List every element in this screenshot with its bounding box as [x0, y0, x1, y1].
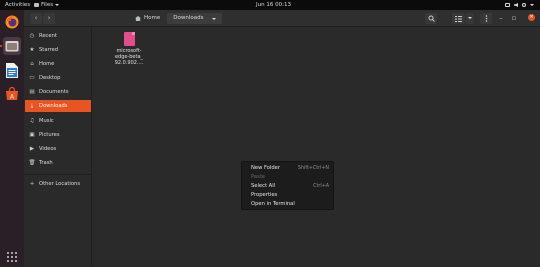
- breadcrumb-home-label: Home: [144, 15, 161, 21]
- menu-item-select-all[interactable]: Select All Ctrl+A: [242, 182, 333, 191]
- firefox-icon[interactable]: [3, 13, 21, 31]
- breadcrumb-home[interactable]: Home: [129, 13, 167, 24]
- chevron-down-icon: [55, 4, 60, 6]
- clock-icon: ◷: [29, 33, 35, 39]
- breadcrumb: Home Downloads: [129, 13, 223, 24]
- menu-button[interactable]: [480, 13, 492, 24]
- documents-icon: ▤: [29, 89, 35, 95]
- plus-icon: +: [29, 181, 35, 187]
- sidebar-item-downloads[interactable]: ⤓ Downloads: [25, 100, 91, 112]
- package-file-icon: [123, 32, 135, 46]
- sidebar-item-label: Starred: [39, 47, 59, 53]
- menu-item-paste[interactable]: Paste: [242, 173, 333, 182]
- search-button[interactable]: [425, 13, 437, 24]
- close-button[interactable]: ✕: [528, 14, 535, 21]
- chevron-down-icon: [468, 17, 472, 19]
- sidebar-item-documents[interactable]: ▤ Documents: [25, 86, 91, 98]
- sidebar: ◷ Recent ★ Starred ⌂ Home ▭ Desktop ▤ Do…: [24, 27, 92, 267]
- files-icon[interactable]: [0, 37, 21, 55]
- chevron-down-icon: [212, 17, 217, 20]
- sidebar-item-home[interactable]: ⌂ Home: [25, 58, 91, 70]
- sidebar-item-starred[interactable]: ★ Starred: [25, 44, 91, 56]
- sidebar-item-pictures[interactable]: ▣ Pictures: [25, 129, 91, 141]
- libreoffice-writer-icon[interactable]: [3, 61, 21, 79]
- file-item[interactable]: microsoft- edge-beta_ 92.0.902....: [109, 32, 149, 66]
- sidebar-item-label: Desktop: [39, 75, 61, 81]
- videos-icon: ▶: [29, 146, 35, 152]
- minimize-button[interactable]: –: [496, 13, 506, 24]
- pictures-icon: ▣: [29, 132, 35, 138]
- sidebar-item-label: Music: [39, 118, 54, 124]
- clock[interactable]: Jun 16 00:13: [256, 0, 291, 10]
- home-icon: ⌂: [30, 61, 34, 67]
- sidebar-item-label: Downloads: [39, 103, 68, 109]
- home-icon: [135, 16, 141, 21]
- files-window: ‹ › Home Downloads – ▫ ✕ ◷ Recent ★ Star…: [24, 10, 540, 267]
- sidebar-item-other-locations[interactable]: + Other Locations: [25, 178, 91, 190]
- forward-button[interactable]: ›: [43, 13, 55, 24]
- menu-item-label: Properties: [251, 192, 278, 198]
- menu-item-accelerator: Ctrl+A: [313, 184, 329, 189]
- breadcrumb-downloads-label: Downloads: [173, 15, 204, 21]
- header-bar: ‹ › Home Downloads – ▫ ✕: [24, 10, 540, 27]
- maximize-button[interactable]: ▫: [509, 13, 519, 24]
- sidebar-item-label: Trash: [39, 160, 53, 166]
- chevron-down-icon: [530, 4, 534, 6]
- menu-item-accelerator: Shift+Ctrl+N: [297, 166, 329, 171]
- downloads-icon: ⤓: [30, 102, 34, 109]
- desktop-icon: ▭: [29, 75, 35, 81]
- menu-item-label: Open in Terminal: [251, 201, 295, 207]
- sidebar-item-label: Pictures: [39, 132, 60, 138]
- app-menu[interactable]: Files: [34, 0, 60, 10]
- context-menu: New Folder Shift+Ctrl+N Paste Select All…: [241, 161, 334, 210]
- sidebar-item-desktop[interactable]: ▭ Desktop: [25, 72, 91, 84]
- software-center-icon[interactable]: A: [3, 85, 21, 103]
- sidebar-item-label: Recent: [39, 33, 57, 39]
- file-name: microsoft- edge-beta_ 92.0.902....: [109, 48, 149, 66]
- star-icon: ★: [29, 47, 35, 53]
- file-name-line: 92.0.902....: [114, 60, 144, 66]
- network-icon: [505, 3, 510, 7]
- menu-item-label: Paste: [251, 174, 266, 180]
- activities-button[interactable]: Activities: [5, 0, 30, 10]
- menu-item-label: Select All: [251, 183, 276, 189]
- sidebar-item-label: Videos: [39, 146, 57, 152]
- back-button[interactable]: ‹: [30, 13, 42, 24]
- sidebar-item-recent[interactable]: ◷ Recent: [25, 30, 91, 42]
- dock: A: [0, 10, 24, 267]
- sidebar-item-videos[interactable]: ▶ Videos: [25, 143, 91, 155]
- menu-item-new-folder[interactable]: New Folder Shift+Ctrl+N: [242, 164, 333, 173]
- menu-item-open-in-terminal[interactable]: Open in Terminal: [242, 200, 333, 209]
- power-icon: [522, 3, 526, 7]
- top-bar: Activities Files Jun 16 00:13: [0, 0, 540, 10]
- breadcrumb-downloads[interactable]: Downloads: [167, 13, 223, 24]
- sidebar-item-music[interactable]: ♫ Music: [25, 115, 91, 127]
- sidebar-divider: [24, 174, 92, 175]
- files-app-icon: [34, 3, 39, 7]
- sidebar-item-label: Documents: [39, 89, 69, 95]
- view-dropdown-button[interactable]: [466, 13, 474, 24]
- music-icon: ♫: [29, 118, 35, 124]
- trash-icon: 🗑: [28, 160, 36, 166]
- file-view[interactable]: microsoft- edge-beta_ 92.0.902.... New F…: [93, 27, 540, 267]
- sidebar-item-label: Other Locations: [39, 181, 81, 187]
- menu-item-label: New Folder: [251, 165, 280, 171]
- view-options-button[interactable]: [452, 13, 465, 24]
- sidebar-item-label: Home: [39, 61, 55, 67]
- sidebar-item-trash[interactable]: 🗑 Trash: [25, 157, 91, 169]
- app-menu-label: Files: [41, 2, 54, 8]
- menu-item-properties[interactable]: Properties: [242, 191, 333, 200]
- volume-icon: [514, 3, 518, 7]
- system-tray[interactable]: [505, 0, 534, 10]
- show-applications-icon[interactable]: [7, 252, 17, 262]
